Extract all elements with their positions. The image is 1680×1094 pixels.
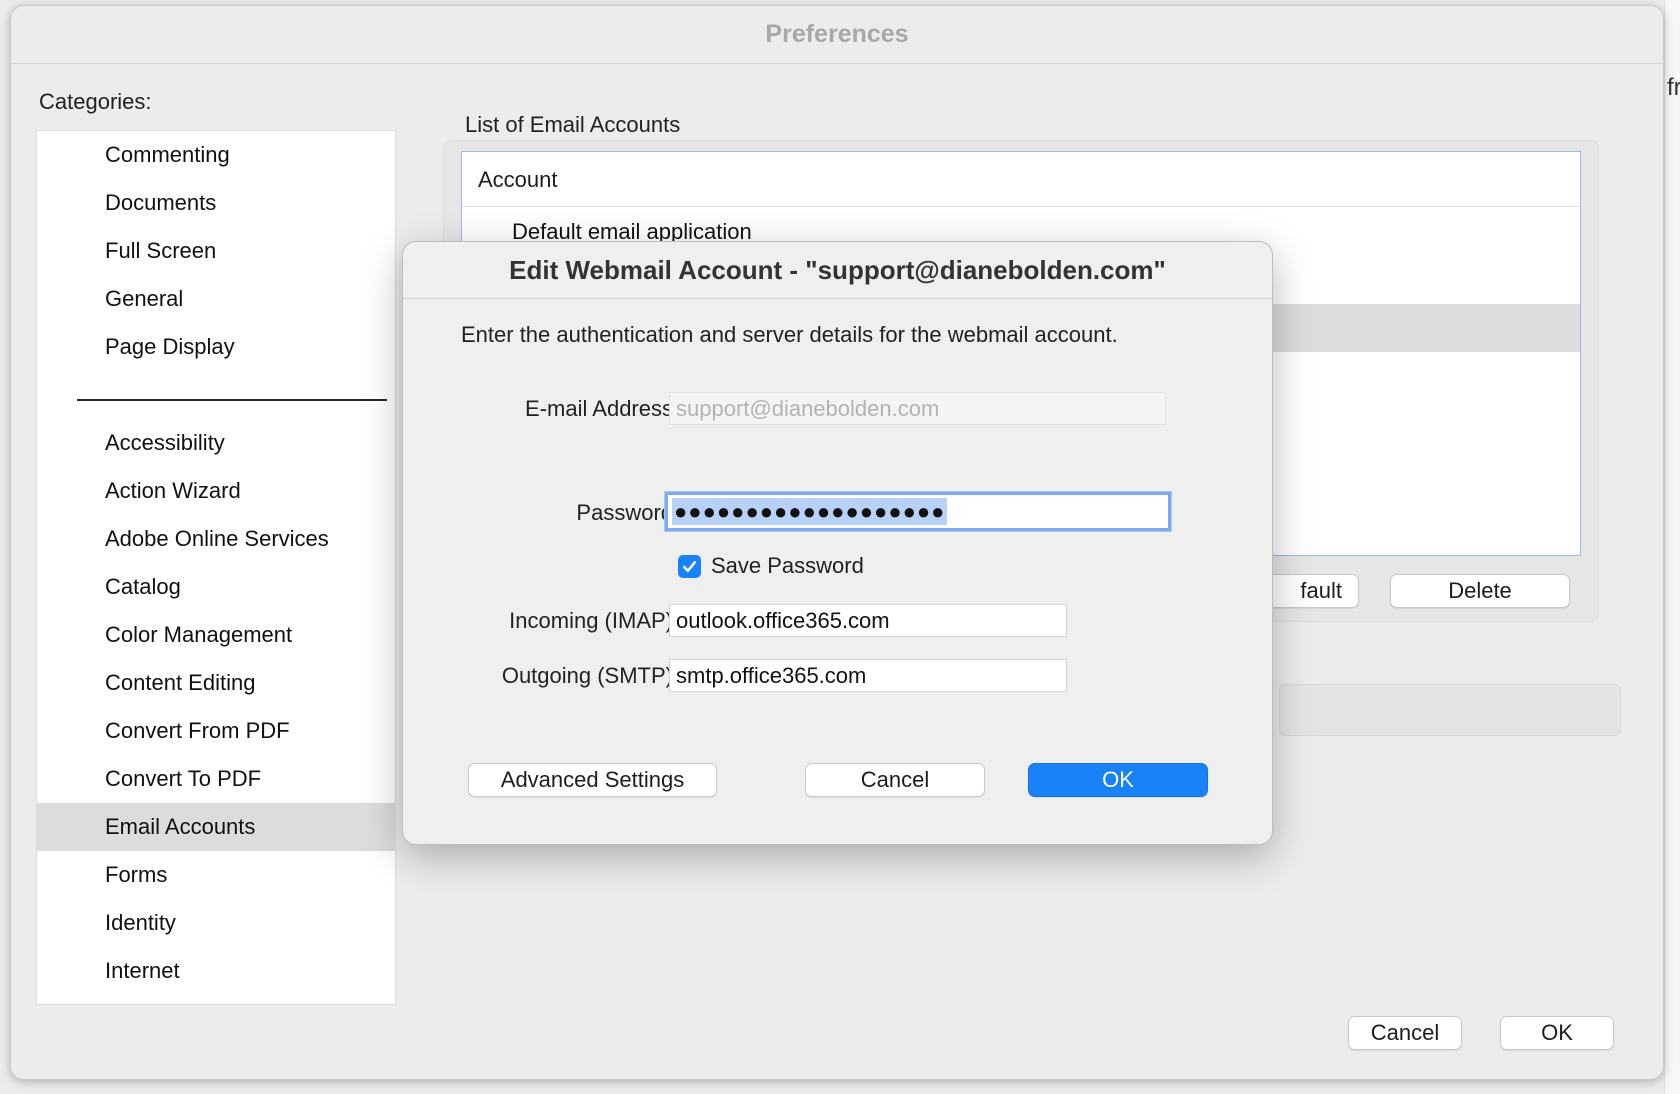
advanced-settings-button[interactable]: Advanced Settings: [468, 763, 717, 797]
delete-account-button[interactable]: Delete: [1390, 574, 1570, 608]
category-convert-from-pdf[interactable]: Convert From PDF: [37, 707, 395, 755]
categories-list[interactable]: Commenting Documents Full Screen General…: [36, 130, 396, 1005]
category-convert-to-pdf[interactable]: Convert To PDF: [37, 755, 395, 803]
options-panel: [1279, 684, 1621, 736]
category-internet[interactable]: Internet: [37, 947, 395, 995]
background-window-text: fr: [1667, 74, 1680, 101]
incoming-imap-label: Incoming (IMAP): [509, 608, 673, 633]
dialog-description: Enter the authentication and server deta…: [461, 322, 1118, 347]
window-title: Preferences: [765, 20, 909, 48]
email-accounts-label: List of Email Accounts: [465, 112, 681, 137]
category-commenting[interactable]: Commenting: [37, 131, 395, 179]
category-accessibility[interactable]: Accessibility: [37, 419, 395, 467]
background-window-edge: fr: [1664, 0, 1680, 1094]
preferences-ok-button[interactable]: OK: [1500, 1016, 1614, 1050]
dialog-title: Edit Webmail Account - "support@dianebol…: [509, 254, 1166, 285]
preferences-cancel-button[interactable]: Cancel: [1348, 1016, 1462, 1050]
password-label: Password: [576, 500, 673, 525]
email-address-label: E-mail Address: [525, 396, 673, 421]
edit-webmail-dialog: Edit Webmail Account - "support@dianebol…: [402, 241, 1273, 845]
save-password-label[interactable]: Save Password: [711, 553, 864, 579]
category-full-screen[interactable]: Full Screen: [37, 227, 395, 275]
checkmark-icon: [682, 560, 697, 573]
outgoing-smtp-label: Outgoing (SMTP): [501, 663, 673, 688]
dialog-cancel-button[interactable]: Cancel: [805, 763, 985, 797]
preferences-titlebar: Preferences: [11, 6, 1663, 64]
password-field[interactable]: ●●●●●●●●●●●●●●●●●●●: [665, 492, 1171, 531]
category-content-editing[interactable]: Content Editing: [37, 659, 395, 707]
category-email-accounts[interactable]: Email Accounts: [37, 803, 395, 851]
category-adobe-online-services[interactable]: Adobe Online Services: [37, 515, 395, 563]
password-value: ●●●●●●●●●●●●●●●●●●●: [672, 498, 948, 525]
category-forms[interactable]: Forms: [37, 851, 395, 899]
category-divider: [77, 399, 387, 401]
category-documents[interactable]: Documents: [37, 179, 395, 227]
save-password-checkbox[interactable]: [678, 555, 701, 578]
category-action-wizard[interactable]: Action Wizard: [37, 467, 395, 515]
account-column-header[interactable]: Account: [462, 152, 1580, 207]
category-general[interactable]: General: [37, 275, 395, 323]
category-page-display[interactable]: Page Display: [37, 323, 395, 371]
category-identity[interactable]: Identity: [37, 899, 395, 947]
dialog-ok-button[interactable]: OK: [1028, 763, 1208, 797]
dialog-titlebar: Edit Webmail Account - "support@dianebol…: [403, 242, 1272, 299]
incoming-imap-field[interactable]: outlook.office365.com: [669, 604, 1067, 637]
outgoing-smtp-field[interactable]: smtp.office365.com: [669, 659, 1067, 692]
email-address-field: support@dianebolden.com: [669, 392, 1166, 425]
category-catalog[interactable]: Catalog: [37, 563, 395, 611]
category-color-management[interactable]: Color Management: [37, 611, 395, 659]
categories-label: Categories:: [39, 89, 152, 114]
